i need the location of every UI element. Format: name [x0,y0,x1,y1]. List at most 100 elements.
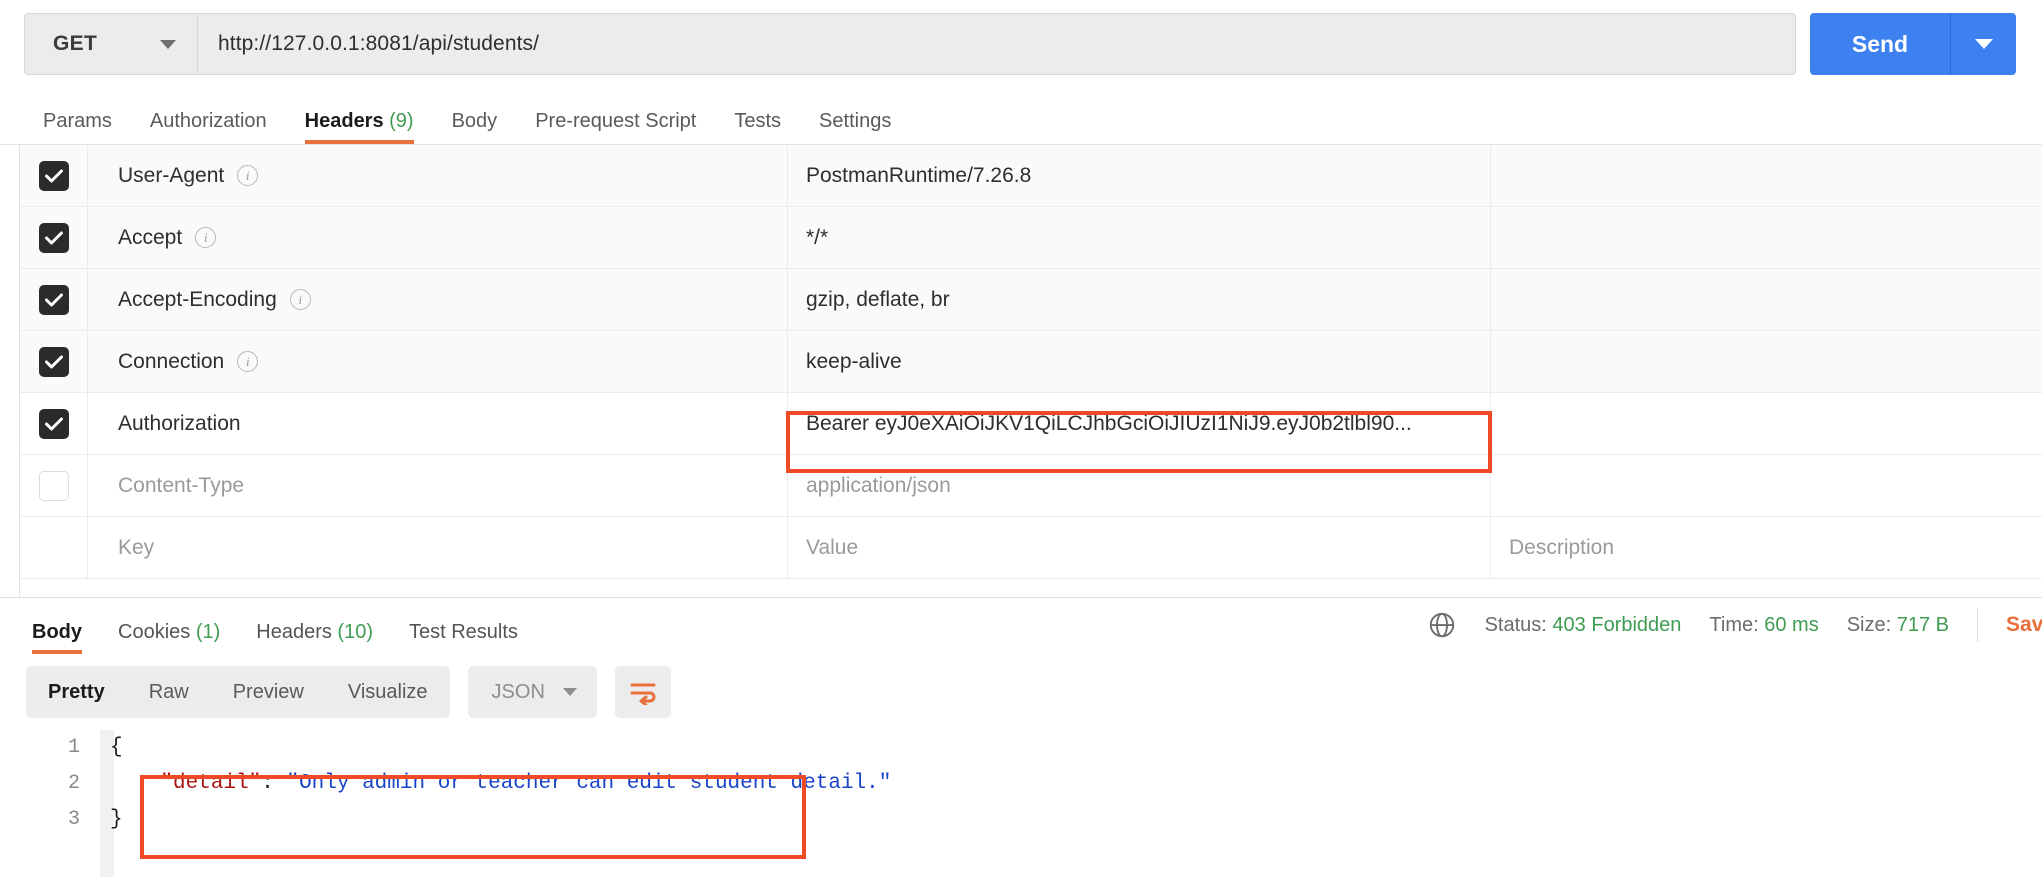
size-item: Size: 717 B [1847,614,1949,637]
header-checkbox[interactable] [38,346,69,377]
header-value-cell[interactable]: gzip, deflate, br [788,269,1491,330]
header-key-cell[interactable]: User-Agent i [88,145,788,206]
send-options-button[interactable] [1950,13,2016,75]
header-value-cell[interactable]: application/json [788,455,1491,516]
response-tab-cookies[interactable]: Cookies (1) [100,621,238,654]
header-key-text: Accept [118,225,183,249]
header-key-cell[interactable]: Content-Type [88,455,788,516]
body-view-pretty[interactable]: Pretty [26,681,127,704]
header-description-cell[interactable] [1491,269,2042,330]
header-value-text: gzip, deflate, br [806,287,950,311]
header-description-cell[interactable]: Description [1491,517,2042,578]
header-key-cell[interactable]: Authorization [88,393,788,454]
info-icon[interactable]: i [237,351,259,372]
body-view-visualize[interactable]: Visualize [326,681,450,704]
header-description-cell[interactable] [1491,145,2042,206]
header-key-cell[interactable]: Key [88,517,788,578]
header-value-cell[interactable]: PostmanRuntime/7.26.8 [788,145,1491,206]
send-button[interactable]: Send [1810,13,1950,75]
chevron-down-icon [1974,39,1993,49]
header-checkbox[interactable] [38,160,69,191]
response-tab-body[interactable]: Body [14,621,100,654]
request-tab-pre-request-script[interactable]: Pre-request Script [516,110,715,144]
header-value-cell[interactable]: keep-alive [788,331,1491,392]
url-input[interactable]: http://127.0.0.1:8081/api/students/ [198,14,1795,74]
send-button-group: Send [1810,13,2016,75]
line-number: 2 [67,772,80,795]
request-tab-tests[interactable]: Tests [715,110,800,144]
request-tabs: Params Authorization Headers (9) Body Pre-re… [0,96,2042,144]
header-key-text: Connection [118,349,225,373]
header-value-cell[interactable]: Bearer eyJ0eXAiOiJKV1QiLCJhbGciOiJIUzI1N… [788,393,1491,454]
header-description-cell[interactable] [1491,393,2042,454]
code-line: } [110,802,2042,838]
response-body-code[interactable]: 1 2 3 { "detail": "Only admin or teacher c… [0,730,2042,877]
header-description-cell[interactable] [1491,455,2042,516]
response-body-toolbar: Pretty Raw Preview Visualize JSON [0,656,2042,728]
divider [1977,608,1978,642]
header-value-cell[interactable]: */* [788,207,1491,268]
http-method-select[interactable]: GET [25,14,198,74]
request-tab-label: Body [451,110,498,132]
header-checkbox[interactable] [38,222,69,253]
response-tab-label: Test Results [409,621,518,643]
request-tab-label: Headers [304,110,384,132]
headers-table: User-Agent i PostmanRuntime/7.26.8 Accept i *… [0,144,2042,597]
globe-icon [1427,610,1457,640]
header-key-cell[interactable]: Accept i [88,207,788,268]
header-key-text: Accept-Encoding [118,287,277,311]
method-url-group: GET http://127.0.0.1:8081/api/students/ [24,13,1796,75]
header-value-cell[interactable]: Value [788,517,1491,578]
response-pane: Body Cookies (1) Headers (10) Test Results … [0,597,2042,877]
response-tab-label: Cookies [118,621,191,643]
line-number: 1 [67,736,80,759]
request-tab-params[interactable]: Params [24,110,131,144]
response-tab-headers[interactable]: Headers (10) [238,621,391,654]
request-tab-body[interactable]: Body [433,110,517,144]
time-item: Time: 60 ms [1709,614,1818,637]
header-checkbox[interactable] [38,408,69,439]
request-tab-headers[interactable]: Headers (9) [286,110,433,144]
request-tab-label: Tests [734,110,782,132]
table-row[interactable]: Content-Type application/json [0,455,2042,517]
request-tab-authorization[interactable]: Authorization [131,110,286,144]
header-value-text: application/json [806,473,951,497]
time-value: 60 ms [1764,613,1819,636]
table-row[interactable]: Accept-Encoding i gzip, deflate, br [0,269,2042,331]
info-icon[interactable]: i [289,289,311,310]
table-row-placeholder[interactable]: Key Value Description [0,517,2042,579]
table-row[interactable]: Accept i */* [0,207,2042,269]
request-url-bar: GET http://127.0.0.1:8081/api/students/ … [0,0,2042,96]
body-view-preview[interactable]: Preview [211,681,326,704]
status-code-item: Status: 403 Forbidden [1485,614,1682,637]
header-key-cell[interactable]: Connection i [88,331,788,392]
info-icon[interactable]: i [237,165,259,186]
body-view-segment: Pretty Raw Preview Visualize [26,666,450,718]
body-format-select[interactable]: JSON [467,666,597,718]
code-token-brace: } [110,808,123,831]
request-tab-count: (9) [383,110,414,132]
table-row[interactable]: User-Agent i PostmanRuntime/7.26.8 [0,145,2042,207]
table-row[interactable]: Authorization Bearer eyJ0eXAiOiJKV1QiLCJh… [0,393,2042,455]
header-key-cell[interactable]: Accept-Encoding i [88,269,788,330]
save-response-button[interactable]: Save Response [2006,613,2042,637]
wrap-lines-button[interactable] [614,666,671,718]
body-view-raw[interactable]: Raw [127,681,211,704]
header-description-cell[interactable] [1491,207,2042,268]
header-checkbox[interactable] [38,284,69,315]
chevron-down-icon [160,39,176,49]
request-tab-settings[interactable]: Settings [800,110,910,144]
header-key-text: Content-Type [118,473,245,497]
header-checkbox[interactable] [38,470,69,501]
response-tab-test-results[interactable]: Test Results [391,621,536,654]
size-value: 717 B [1896,613,1949,636]
table-row[interactable]: Connection i keep-alive [0,331,2042,393]
header-key-text: User-Agent [118,163,225,187]
response-tab-count: (10) [331,621,373,643]
header-value-text: keep-alive [806,349,902,373]
placeholder-description-text: Description [1509,535,1615,559]
info-icon[interactable]: i [195,227,217,248]
header-description-cell[interactable] [1491,331,2042,392]
request-tab-label: Pre-request Script [535,110,697,132]
